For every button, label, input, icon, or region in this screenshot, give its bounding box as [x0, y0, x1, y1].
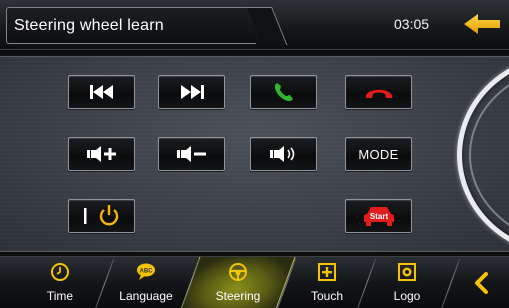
svg-text:ABC: ABC: [140, 269, 154, 275]
nav-item-language[interactable]: ABC Language: [108, 257, 184, 308]
start-button[interactable]: Start: [345, 199, 412, 233]
back-arrow-icon: [464, 14, 500, 34]
clock-time: 03:05: [394, 16, 430, 32]
nav-label-steering: Steering: [215, 289, 261, 303]
skip-forward-icon: [180, 85, 204, 99]
volume-minus-icon: [176, 146, 206, 162]
nav-label-logo: Logo: [393, 289, 421, 303]
power-button[interactable]: [68, 199, 135, 233]
chevron-left-icon: [475, 272, 488, 294]
bottom-nav: Time ABC Language Steering Touch Logo: [0, 256, 509, 308]
call-hangup-button[interactable]: [345, 75, 412, 109]
skip-back-icon: [89, 85, 113, 99]
mode-button[interactable]: MODE: [345, 137, 412, 171]
steering-wheel-icon: [229, 263, 247, 281]
phone-hangup-icon: [365, 89, 392, 98]
nav-item-steering[interactable]: Steering: [196, 257, 280, 308]
back-button[interactable]: [462, 12, 502, 36]
clock-icon: [51, 263, 69, 281]
nav-label-language: Language: [119, 289, 173, 303]
nav-item-time[interactable]: Time: [30, 257, 90, 308]
next-track-button[interactable]: [158, 75, 225, 109]
title-tab: Steering wheel learn: [6, 7, 256, 44]
logo-icon: [398, 263, 416, 281]
page-title: Steering wheel learn: [14, 17, 164, 34]
nav-item-touch[interactable]: Touch: [292, 257, 362, 308]
call-answer-button[interactable]: [250, 75, 317, 109]
car-start-icon: Start: [363, 207, 394, 226]
nav-label-time: Time: [46, 289, 74, 303]
volume-down-button[interactable]: [158, 137, 225, 171]
title-bar: Steering wheel learn 03:05: [0, 0, 509, 50]
volume-up-button[interactable]: [68, 137, 135, 171]
nav-more-button[interactable]: [470, 271, 494, 295]
nav-item-logo[interactable]: Logo: [374, 257, 440, 308]
power-icon: [83, 205, 118, 226]
mode-label: MODE: [358, 146, 399, 162]
phone-answer-icon: [274, 83, 293, 102]
volume-plus-icon: [86, 146, 116, 162]
abc-bubble-icon: ABC: [137, 263, 155, 280]
nav-divider: [440, 259, 461, 308]
start-label: Start: [369, 212, 388, 221]
steering-key-panel: MODE Start: [0, 56, 509, 252]
speaker-icon: [269, 146, 294, 162]
nav-label-touch: Touch: [310, 289, 344, 303]
mute-button[interactable]: [250, 137, 317, 171]
previous-track-button[interactable]: [68, 75, 135, 109]
touch-plus-icon: [318, 263, 336, 281]
